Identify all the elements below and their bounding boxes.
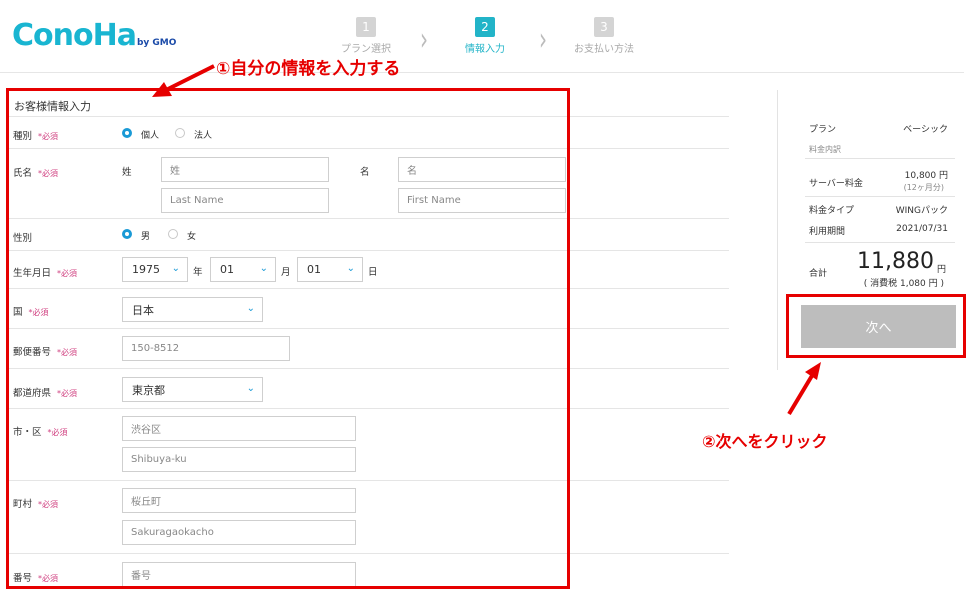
- step-info-input: 2 情報入力: [430, 16, 540, 55]
- chevron-right-icon: ›: [420, 19, 428, 59]
- step-label: プラン選択: [341, 44, 391, 55]
- step-plan-select: 1 プラン選択: [311, 16, 421, 55]
- breakdown-label: 料金内訳: [809, 145, 841, 154]
- annotation-form-highlight: [6, 88, 570, 589]
- sidebar-divider: [777, 90, 778, 370]
- period-value: 2021/07/31: [896, 224, 948, 234]
- server-fee-note: (12ヶ月分): [903, 183, 944, 192]
- step-number: 3: [594, 17, 614, 37]
- total-unit: 円: [937, 265, 947, 275]
- annotation-arrow-icon: [787, 362, 821, 416]
- conoha-logo[interactable]: ConoHaby GMO: [12, 18, 176, 53]
- header-divider: [0, 72, 964, 73]
- step-number: 1: [356, 17, 376, 37]
- step-label: 情報入力: [465, 44, 505, 55]
- plan-value: ベーシック: [903, 125, 948, 135]
- chevron-right-icon: ›: [539, 19, 547, 59]
- step-number: 2: [475, 17, 495, 37]
- total-value: 11,880: [857, 249, 934, 274]
- server-fee-value: 10,800 円: [904, 171, 948, 181]
- plan-label: プラン: [809, 125, 837, 135]
- step-payment-method: 3 お支払い方法: [549, 16, 659, 55]
- tax-note: ( 消費税 1,080 円 ): [863, 279, 944, 289]
- period-label: 利用期間: [809, 227, 846, 237]
- fee-type-label: 料金タイプ: [809, 206, 855, 216]
- summary-divider: [805, 196, 955, 197]
- annotation-step1: ①自分の情報を入力する: [216, 59, 401, 79]
- step-label: お支払い方法: [574, 44, 634, 55]
- fee-type-value: WINGパック: [895, 206, 948, 216]
- logo-by-gmo: by GMO: [136, 38, 177, 48]
- summary-divider: [805, 242, 955, 243]
- annotation-next-highlight: [786, 294, 966, 358]
- annotation-step2: ②次へをクリック: [702, 432, 828, 451]
- summary-divider: [805, 158, 955, 159]
